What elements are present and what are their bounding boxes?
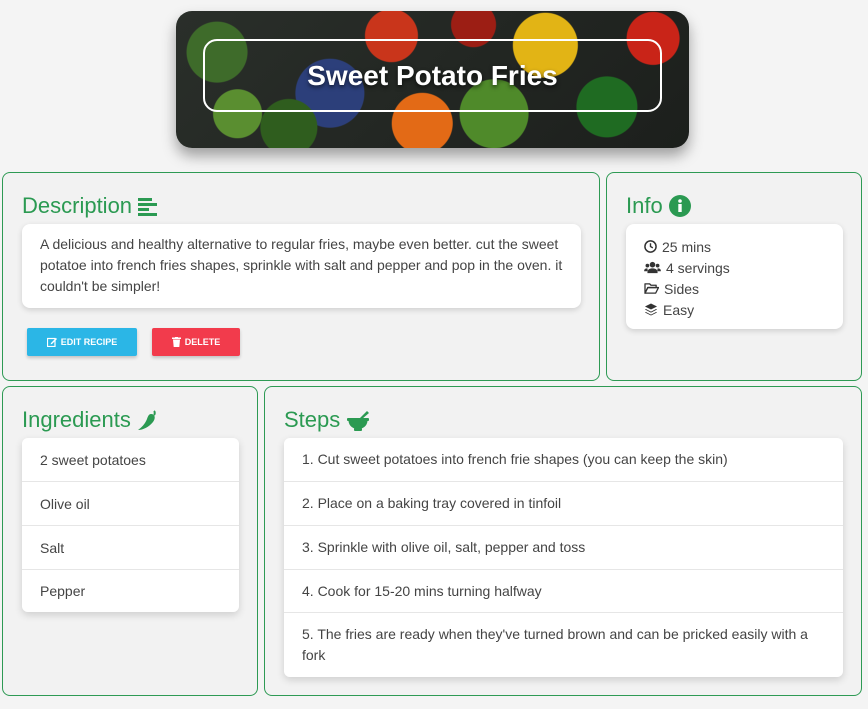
info-difficulty-row: Easy [644, 299, 825, 320]
step-text: 5. The fries are ready when they've turn… [302, 626, 808, 663]
info-servings: 4 servings [666, 259, 730, 276]
description-title: Description [22, 193, 133, 218]
steps-title: Steps [284, 407, 341, 432]
users-icon [644, 261, 661, 274]
list-item: 3. Sprinkle with olive oil, salt, pepper… [284, 525, 843, 569]
list-item: 1. Cut sweet potatoes into french frie s… [284, 438, 843, 481]
trash-icon [171, 337, 181, 347]
recipe-title: Sweet Potato Fries [307, 59, 558, 91]
description-text: A delicious and healthy alternative to r… [40, 236, 563, 294]
ingredient-text: Olive oil [40, 495, 90, 512]
edit-recipe-label: EDIT RECIPE [60, 337, 118, 347]
step-text: 1. Cut sweet potatoes into french frie s… [302, 451, 728, 467]
folder-open-icon [644, 282, 659, 295]
clock-icon [644, 240, 657, 253]
steps-panel: Steps 1. Cut sweet potatoes into french … [264, 386, 862, 696]
info-heading: Info [626, 193, 691, 219]
ingredients-heading: Ingredients [22, 407, 159, 433]
info-time: 25 mins [662, 238, 712, 255]
list-item: 5. The fries are ready when they've turn… [284, 612, 843, 677]
steps-list: 1. Cut sweet potatoes into french frie s… [284, 438, 843, 677]
ingredients-list: 2 sweet potatoes Olive oil Salt Pepper [22, 438, 239, 612]
description-panel: Description A delicious and healthy alte… [2, 172, 600, 381]
edit-recipe-button[interactable]: EDIT RECIPE [27, 328, 137, 356]
ingredient-text: Pepper [40, 583, 86, 599]
align-left-icon [138, 196, 158, 216]
hero-title-box: Sweet Potato Fries [203, 39, 662, 112]
hero-banner: Sweet Potato Fries [176, 11, 689, 148]
layers-icon [644, 303, 658, 316]
mortar-pestle-icon [346, 409, 370, 431]
list-item: 2. Place on a baking tray covered in tin… [284, 481, 843, 525]
list-item: Olive oil [22, 481, 239, 525]
step-text: 3. Sprinkle with olive oil, salt, pepper… [302, 539, 586, 555]
step-text: 2. Place on a baking tray covered in tin… [302, 495, 562, 511]
list-item: 2 sweet potatoes [22, 438, 239, 481]
ingredient-text: Salt [40, 539, 65, 556]
delete-label: DELETE [184, 337, 221, 347]
info-category: Sides [664, 280, 700, 297]
list-item: Salt [22, 525, 239, 569]
info-title: Info [626, 193, 663, 218]
info-category-row: Sides [644, 278, 825, 299]
step-text: 4. Cook for 15-20 mins turning halfway [302, 582, 542, 599]
ingredients-panel: Ingredients 2 sweet potatoes Olive oil S… [2, 386, 258, 696]
info-panel: Info 25 mins 4 servings Sides Easy [606, 172, 862, 381]
description-heading: Description [22, 193, 158, 219]
info-servings-row: 4 servings [644, 257, 825, 278]
info-difficulty: Easy [663, 301, 695, 318]
list-item: Pepper [22, 569, 239, 612]
ingredient-text: 2 sweet potatoes [40, 451, 146, 468]
info-time-row: 25 mins [644, 236, 825, 257]
description-card: A delicious and healthy alternative to r… [22, 224, 581, 308]
list-item: 4. Cook for 15-20 mins turning halfway [284, 569, 843, 612]
steps-heading: Steps [284, 407, 370, 433]
ingredients-title: Ingredients [22, 407, 131, 432]
edit-icon [46, 337, 57, 347]
chili-pepper-icon [137, 409, 159, 431]
delete-button[interactable]: DELETE [152, 328, 240, 356]
info-circle-icon [668, 195, 691, 217]
info-card: 25 mins 4 servings Sides Easy [626, 224, 843, 329]
